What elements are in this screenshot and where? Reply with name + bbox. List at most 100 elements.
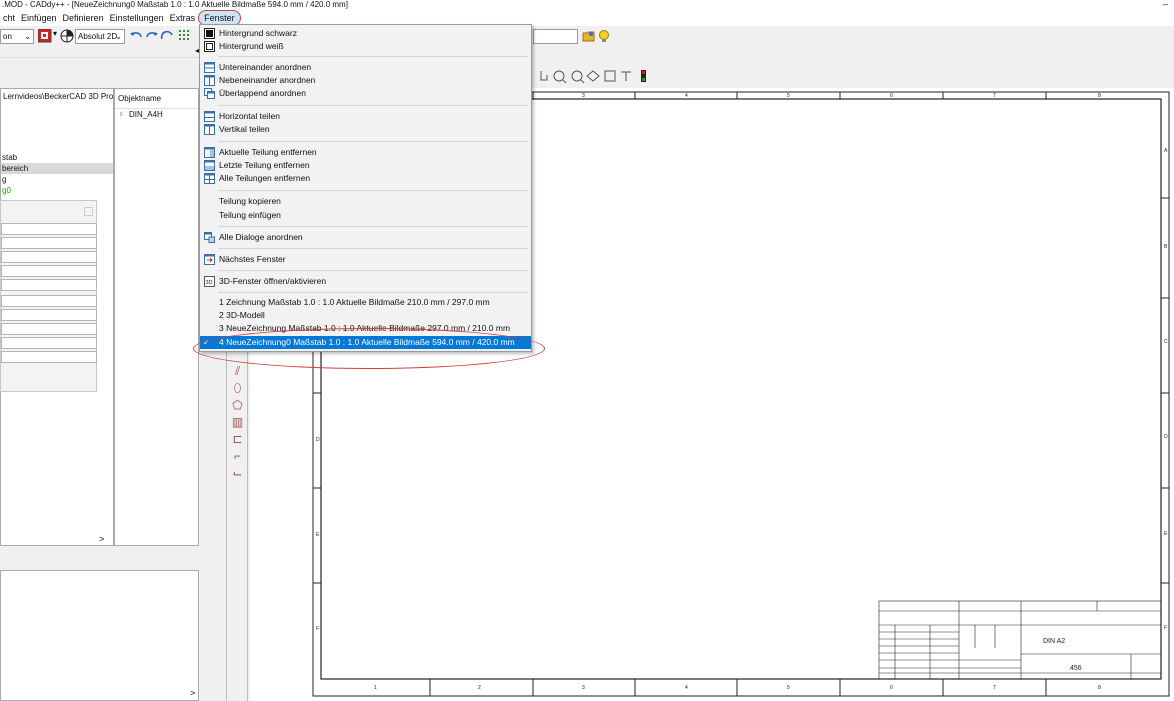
object-name-header: Objektname (115, 89, 198, 109)
title-bar: .MOD - CADdy++ - [NeueZeichnung0 Maßstab… (0, 0, 1174, 10)
menu-einstellungen[interactable]: Einstellungen (107, 11, 167, 25)
menu-item-vertikal-teilen[interactable]: Vertikal teilen (200, 123, 531, 136)
redo-icon[interactable] (145, 29, 159, 43)
menu-separator (218, 292, 528, 293)
top-ruler-label: 6 (890, 93, 893, 99)
menu-item-teilung-kopieren[interactable]: Teilung kopieren (200, 195, 531, 208)
title-block (878, 600, 1162, 680)
menu-item-label: 3D-Fenster öffnen/aktivieren (219, 276, 327, 286)
right-ruler-label: D (1164, 434, 1168, 440)
property-field[interactable] (1, 323, 97, 335)
bottom-ruler-label: 6 (890, 685, 893, 691)
menu-item-naechstes-fenster[interactable]: Nächstes Fenster (200, 253, 531, 266)
right-ruler-label: C (1164, 339, 1168, 345)
property-field[interactable] (1, 265, 97, 277)
tree-item-bereich[interactable]: bereich (1, 163, 113, 174)
redraw-icon[interactable] (160, 29, 174, 43)
object-item[interactable]: ♁ DIN_A4H (115, 109, 198, 120)
fillet-icon[interactable]: ⌐ (231, 449, 245, 463)
property-field[interactable] (1, 309, 97, 321)
output-box: > (0, 570, 199, 701)
menu-item-window-2[interactable]: 2 3D-Modell (200, 309, 531, 322)
bottom-ruler-label: 3 (582, 685, 585, 691)
menu-item-letzte-teilung-entfernen[interactable]: Letzte Teilung entfernen (200, 159, 531, 172)
menu-item-label: Hintergrund weiß (219, 41, 284, 51)
fenster-menu-dropdown: Hintergrund schwarz Hintergrund weiß Unt… (199, 24, 532, 352)
close-icon[interactable] (84, 207, 93, 216)
menu-item-teilung-einfuegen[interactable]: Teilung einfügen (200, 209, 531, 222)
search-field[interactable] (533, 29, 578, 44)
menu-definieren[interactable]: Definieren (60, 11, 107, 25)
property-field[interactable] (1, 237, 97, 249)
menu-item-ueberlappend[interactable]: Überlappend anordnen (200, 87, 531, 100)
coordinate-combo[interactable]: Absolut 2D ⌄ (75, 29, 125, 44)
title-block-number: 456 (1070, 665, 1082, 672)
menu-item-nebeneinander[interactable]: Nebeneinander anordnen (200, 74, 531, 87)
grid-icon[interactable] (178, 29, 192, 43)
bottom-ruler-label: 4 (685, 685, 688, 691)
tree-item-zeichnung[interactable]: g (1, 174, 113, 185)
menu-item-alle-dialoge-anordnen[interactable]: Alle Dialoge anordnen (200, 231, 531, 244)
menu-item-hintergrund-schwarz[interactable]: Hintergrund schwarz (200, 27, 531, 40)
menu-extras[interactable]: Extras (167, 11, 199, 25)
menu-item-label: Letzte Teilung entfernen (219, 160, 310, 170)
arrange-dialogs-icon (204, 232, 215, 243)
line-icon[interactable]: ⫽ (231, 364, 245, 378)
bottom-ruler-label: 1 (374, 685, 377, 691)
title-block-name: DIN A2 (1043, 638, 1065, 645)
menu-separator (218, 56, 528, 57)
tree-item-zeichnung0[interactable]: g0 (1, 185, 113, 196)
scroll-right-arrow[interactable]: > (99, 534, 104, 544)
right-ruler-label: F (1164, 625, 1167, 631)
property-field[interactable] (1, 337, 97, 349)
tree-item-massstab[interactable]: stab (1, 152, 113, 163)
menu-item-hintergrund-weiss[interactable]: Hintergrund weiß (200, 40, 531, 53)
layer-combo[interactable]: on ⌄ (0, 29, 34, 44)
menu-separator (218, 226, 528, 227)
window-title: .MOD - CADdy++ - [NeueZeichnung0 Maßstab… (2, 0, 348, 9)
undo-icon[interactable] (129, 29, 143, 43)
menu-item-label: Alle Teilungen entfernen (219, 173, 311, 183)
hatch-icon[interactable]: ▥ (231, 415, 245, 429)
coordinate-combo-value: Absolut 2D (78, 32, 118, 41)
bottom-panel: > (0, 546, 199, 701)
menu-item-label: 1 Zeichnung Maßstab 1.0 : 1.0 Aktuelle B… (219, 297, 490, 307)
ellipse-icon[interactable]: ⬯ (231, 381, 245, 395)
menu-einfuegen[interactable]: Einfügen (18, 11, 60, 25)
menu-item-horizontal-teilen[interactable]: Horizontal teilen (200, 110, 531, 123)
remove-all-splits-icon (204, 173, 215, 184)
folder-icon[interactable] (582, 29, 596, 43)
top-ruler-label: 5 (787, 93, 790, 99)
menu-ansicht[interactable]: cht (0, 11, 18, 25)
contour-icon[interactable]: ⊏ (231, 432, 245, 446)
tile-horizontal-icon (204, 62, 215, 73)
cascade-icon (204, 88, 215, 99)
bottom-ruler-label: 5 (787, 685, 790, 691)
color-picker-icon[interactable] (38, 29, 52, 43)
menu-item-label: Alle Dialoge anordnen (219, 232, 303, 242)
menu-item-3d-fenster[interactable]: 3D 3D-Fenster öffnen/aktivieren (200, 275, 531, 288)
property-field[interactable] (1, 279, 97, 291)
menu-item-alle-teilungen-entfernen[interactable]: Alle Teilungen entfernen (200, 172, 531, 185)
menu-item-window-4[interactable]: ✓ 4 NeueZeichnung0 Maßstab 1.0 : 1.0 Akt… (200, 336, 531, 349)
app-window: .MOD - CADdy++ - [NeueZeichnung0 Maßstab… (0, 0, 1174, 701)
menu-item-label: Horizontal teilen (219, 111, 280, 121)
menu-item-aktuelle-teilung-entfernen[interactable]: Aktuelle Teilung entfernen (200, 146, 531, 159)
menu-item-untereinander[interactable]: Untereinander anordnen (200, 61, 531, 74)
property-field[interactable] (1, 251, 97, 263)
coordinate-mode-icon[interactable] (60, 29, 74, 43)
menu-item-label: Hintergrund schwarz (219, 28, 297, 38)
bottom-ruler-label: 2 (478, 685, 481, 691)
property-field[interactable] (1, 351, 97, 363)
menu-item-window-1[interactable]: 1 Zeichnung Maßstab 1.0 : 1.0 Aktuelle B… (200, 296, 531, 309)
property-field[interactable] (1, 295, 97, 307)
menu-item-window-3[interactable]: 3 NeueZeichnung Maßstab 1.0 : 1.0 Aktuel… (200, 322, 531, 335)
view-tools-icon[interactable] (537, 68, 657, 84)
polygon-icon[interactable]: ⬠ (231, 398, 245, 412)
lightbulb-icon[interactable] (597, 29, 611, 43)
minimize-button[interactable]: – (1163, 0, 1168, 9)
chamfer-icon[interactable]: ⌙ (231, 466, 245, 480)
property-field[interactable] (1, 223, 97, 235)
top-ruler-label: 7 (993, 93, 996, 99)
scroll-right-arrow[interactable]: > (190, 688, 195, 698)
